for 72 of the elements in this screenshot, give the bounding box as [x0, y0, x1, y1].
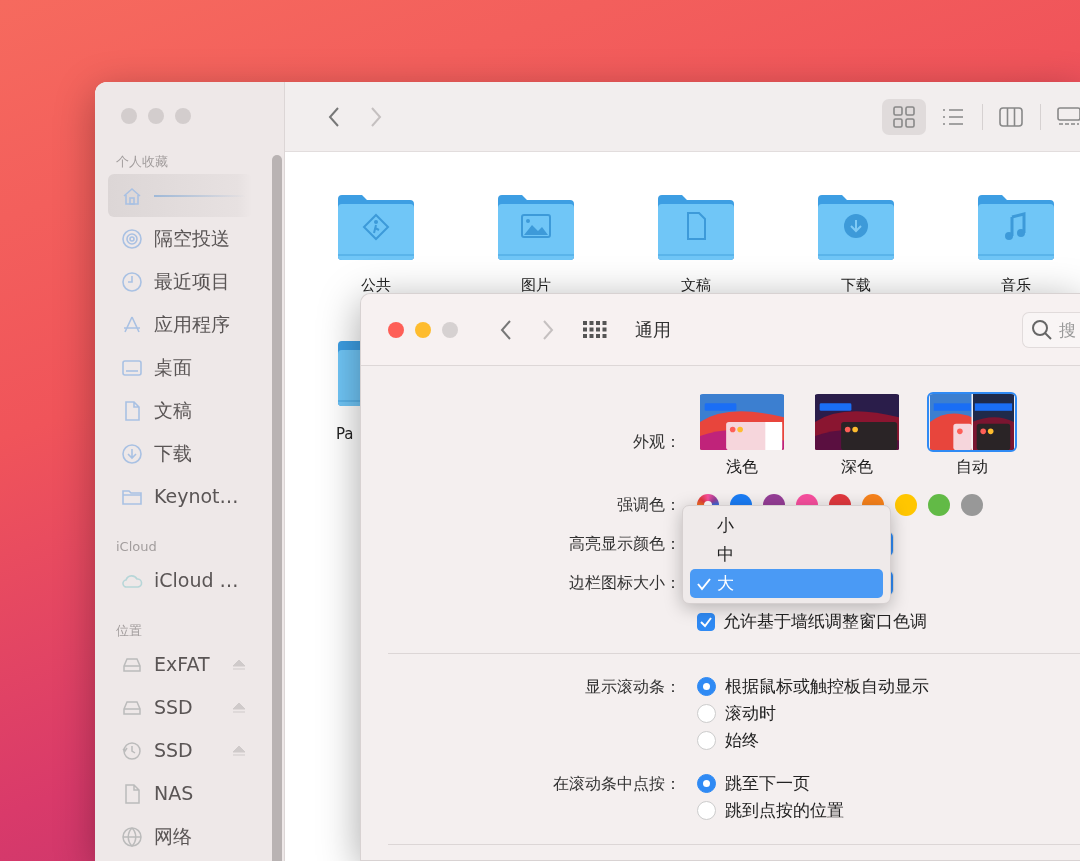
sidebar-item[interactable]: 隔空投送	[108, 217, 252, 260]
folder-icon	[496, 193, 576, 261]
section-title: 个人收藏	[115, 153, 169, 171]
window-title: 通用	[635, 318, 671, 342]
chevron-icon	[327, 105, 341, 128]
appearance-option[interactable]: 自动	[927, 392, 1017, 479]
sidebar-item[interactable]: 下载	[108, 432, 252, 475]
clock-icon	[121, 270, 143, 293]
radio-option[interactable]: 跳到点按的位置	[697, 797, 1080, 824]
download-icon	[121, 442, 143, 465]
search-field[interactable]: 搜	[1022, 311, 1080, 348]
minimize-button[interactable]	[148, 108, 164, 124]
folder-icon	[816, 193, 896, 261]
setting-label: 高亮显示颜色：	[568, 532, 681, 555]
folder-label: 音乐	[1001, 275, 1031, 295]
globe-icon	[121, 825, 143, 848]
column-view-icon	[999, 104, 1023, 129]
sidebar-item[interactable]: 最近项目	[108, 260, 252, 303]
chevron-icon	[541, 318, 555, 341]
sidebar-item[interactable]: iCloud …	[108, 559, 252, 602]
sidebar-item[interactable]: 文稿	[108, 389, 252, 432]
clock-icon	[121, 739, 143, 762]
menu-item[interactable]: 小	[690, 511, 883, 540]
zoom-button[interactable]	[175, 108, 191, 124]
radio-option[interactable]: 跳至下一页	[697, 770, 1080, 797]
folder-label: 公共	[361, 275, 391, 295]
setting-label: 强调色：	[616, 493, 681, 516]
folder-label: Pa	[336, 424, 354, 444]
folder-label: 图片	[521, 275, 551, 295]
chevron-icon	[499, 318, 513, 341]
setting-label: 外观：	[632, 431, 681, 453]
grid-view-icon	[892, 104, 916, 129]
zoom-button[interactable]	[442, 321, 458, 338]
appearance-option[interactable]: 深色	[812, 392, 902, 479]
folder-label: 文稿	[681, 275, 711, 295]
scroll-bar[interactable]	[272, 155, 282, 861]
search-icon	[1031, 318, 1053, 341]
appearance-option[interactable]: 浅色	[697, 392, 787, 479]
airdrop-icon	[121, 227, 143, 250]
checkbox[interactable]: 允许基于墙纸调整窗口色调	[697, 608, 927, 635]
minimize-button[interactable]	[415, 321, 431, 338]
grid-icon	[583, 321, 607, 338]
setting-label: 在滚动条中点按：	[552, 773, 681, 795]
close-button[interactable]	[388, 321, 404, 338]
sidebar-item[interactable]: NAS	[108, 772, 252, 815]
radio-option[interactable]: 始终	[697, 727, 1080, 754]
sidebar-item[interactable]: ExFAT	[108, 643, 252, 686]
chevron-icon	[369, 105, 383, 128]
sidebar-item[interactable]: Keynot…	[108, 475, 252, 518]
setting-label: 边栏图标大小：	[568, 571, 681, 594]
checkmark-icon	[700, 615, 712, 628]
color-swatch[interactable]	[895, 493, 917, 516]
color-swatch[interactable]	[961, 493, 983, 516]
menu-item[interactable]: 中	[690, 540, 883, 569]
view-button[interactable]	[882, 98, 926, 135]
close-button[interactable]	[121, 108, 137, 124]
folder-icon	[976, 193, 1056, 261]
folder-icon	[656, 193, 736, 261]
radio-option[interactable]: 滚动时	[697, 700, 1080, 727]
sidebar-item[interactable]: 网络	[108, 815, 252, 858]
radio-option[interactable]: 根据鼠标或触控板自动显示	[697, 673, 1080, 700]
color-swatch[interactable]	[928, 493, 950, 516]
folder-label: 下载	[841, 275, 871, 295]
section-title: 位置	[115, 622, 143, 640]
section-title: iCloud	[115, 538, 158, 556]
folder-icon	[336, 193, 416, 261]
sidebar-item[interactable]: SSD	[108, 729, 252, 772]
sidebar-item[interactable]: 桌面	[108, 346, 252, 389]
sidebar-item[interactable]: SSD	[108, 686, 252, 729]
setting-label: 显示滚动条：	[584, 676, 681, 698]
sidebar-item[interactable]: 应用程序	[108, 303, 252, 346]
check-icon	[697, 576, 711, 591]
